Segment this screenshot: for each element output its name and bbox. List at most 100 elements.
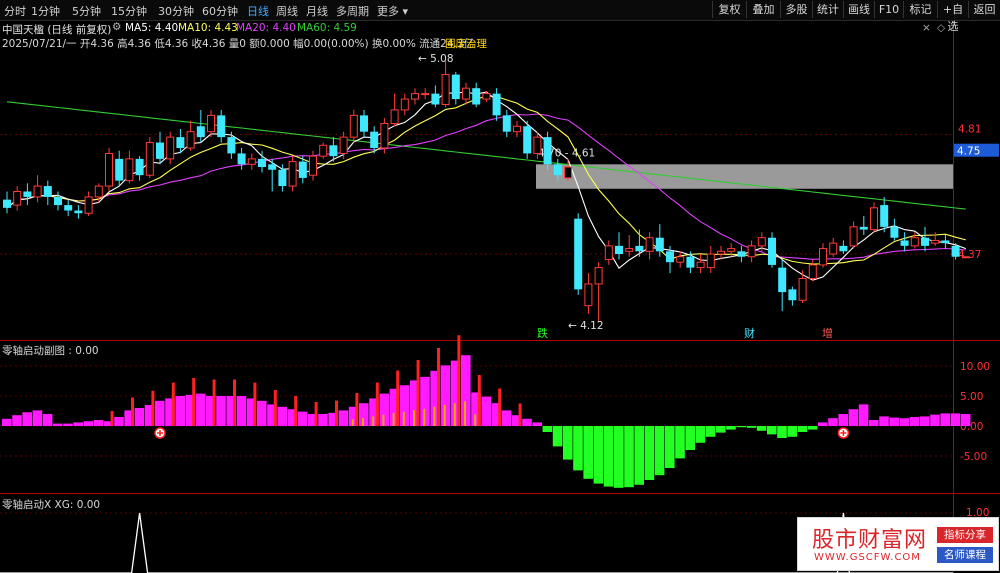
osc-bar-negative[interactable]	[624, 426, 634, 488]
candle-body-down[interactable]	[217, 115, 226, 138]
candle-body-down[interactable]	[268, 164, 277, 170]
osc-bar-negative[interactable]	[614, 426, 624, 488]
candle-body-down[interactable]	[43, 186, 52, 197]
toolbar-button-7[interactable]: +自选	[937, 1, 968, 33]
candle-body-down[interactable]	[615, 245, 623, 255]
osc-bar-negative[interactable]	[767, 426, 777, 435]
osc-bar-positive[interactable]	[155, 400, 165, 426]
osc-bar-positive[interactable]	[940, 413, 950, 426]
candle-body-up[interactable]	[288, 161, 297, 187]
toolbar-button-5[interactable]: F10	[874, 1, 903, 18]
candle-body-up[interactable]	[533, 136, 542, 154]
toolbar-button-2[interactable]: 多股	[780, 1, 812, 18]
candle-body-up[interactable]	[757, 237, 766, 247]
candle-body-up[interactable]	[94, 185, 103, 198]
osc-bar-positive[interactable]	[338, 410, 349, 426]
candle-body-down[interactable]	[502, 115, 511, 132]
osc-bar-positive[interactable]	[950, 413, 961, 426]
candle-body-down[interactable]	[788, 289, 797, 301]
osc-bar-negative[interactable]	[705, 426, 716, 437]
candle-body-down[interactable]	[237, 153, 246, 165]
candle-body-up[interactable]	[645, 237, 654, 252]
candle-body-up[interactable]	[747, 245, 756, 258]
osc-bar-positive[interactable]	[879, 416, 889, 426]
candle-body-up[interactable]	[166, 136, 175, 160]
settings-icon[interactable]: ⚙	[112, 21, 121, 33]
candle-body-up[interactable]	[145, 142, 154, 176]
candle-body-down[interactable]	[768, 237, 776, 265]
candle-body-up[interactable]	[339, 136, 348, 154]
osc-bar-positive[interactable]	[53, 423, 63, 426]
candle-body-up[interactable]	[105, 152, 113, 187]
osc-bar-positive[interactable]	[889, 417, 899, 426]
osc-bar-negative[interactable]	[542, 426, 553, 432]
osc-bar-positive[interactable]	[175, 396, 185, 426]
osc-bar-positive[interactable]	[236, 396, 247, 426]
osc-bar-positive[interactable]	[858, 404, 869, 426]
osc-bar-positive[interactable]	[960, 414, 971, 426]
candle-body-up[interactable]	[186, 131, 195, 149]
candle-body-up[interactable]	[676, 256, 685, 263]
candle-body-up[interactable]	[247, 158, 256, 165]
osc-bar-positive[interactable]	[22, 412, 32, 426]
period-tab-4[interactable]: 30分钟	[158, 3, 194, 19]
osc-bar-positive[interactable]	[134, 408, 145, 426]
candle-body-up[interactable]	[717, 250, 725, 255]
osc-bar-positive[interactable]	[920, 416, 930, 426]
candle-body-up[interactable]	[207, 114, 215, 133]
osc-bar-positive[interactable]	[195, 393, 206, 426]
candle-body-down[interactable]	[329, 145, 338, 157]
candlestick-series[interactable]	[3, 61, 970, 322]
osc-bar-negative[interactable]	[675, 426, 685, 459]
candle-body-up[interactable]	[564, 166, 572, 179]
candle-body-down[interactable]	[666, 251, 674, 263]
candle-body-up[interactable]	[421, 93, 430, 96]
candle-body-down[interactable]	[135, 158, 144, 176]
candle-body-up[interactable]	[411, 93, 419, 100]
osc-bar-positive[interactable]	[532, 422, 542, 426]
osc-bar-negative[interactable]	[736, 426, 746, 428]
candle-body-up[interactable]	[84, 196, 93, 214]
osc-bar-negative[interactable]	[787, 426, 797, 437]
osc-bar-positive[interactable]	[83, 421, 94, 426]
osc-bar-negative[interactable]	[665, 426, 675, 468]
candle-body-down[interactable]	[951, 245, 960, 257]
osc-bar-positive[interactable]	[869, 420, 879, 426]
candle-body-up[interactable]	[400, 98, 409, 111]
period-tab-6[interactable]: 日线	[247, 3, 269, 19]
osc-bar-positive[interactable]	[522, 418, 532, 426]
candle-body-up[interactable]	[390, 109, 399, 125]
osc-bar-positive[interactable]	[297, 411, 308, 426]
osc-bar-positive[interactable]	[828, 418, 838, 426]
candle-body-up[interactable]	[961, 256, 970, 259]
osc-bar-negative[interactable]	[695, 426, 706, 443]
toolbar-button-0[interactable]: 复权	[712, 1, 746, 18]
candle-body-down[interactable]	[635, 245, 644, 252]
candle-body-down[interactable]	[553, 164, 562, 176]
osc-bar-negative[interactable]	[603, 426, 614, 487]
toolbar-button-6[interactable]: 标记	[903, 1, 937, 18]
toolbar-button-1[interactable]: 叠加	[746, 1, 780, 18]
osc-bar-negative[interactable]	[797, 426, 808, 432]
candle-body-down[interactable]	[278, 169, 287, 187]
candle-body-down[interactable]	[64, 205, 73, 211]
osc-bar-positive[interactable]	[838, 414, 848, 426]
oscillator-title[interactable]: 零轴启动副图 : 0.00	[2, 343, 99, 358]
candle-body-up[interactable]	[594, 267, 603, 285]
period-tab-10[interactable]: 更多 ▾	[377, 3, 408, 19]
candle-body-down[interactable]	[451, 74, 460, 100]
candle-body-down[interactable]	[74, 210, 83, 214]
candle-body-up[interactable]	[870, 207, 878, 231]
candle-body-up[interactable]	[819, 248, 827, 266]
osc-bar-negative[interactable]	[716, 426, 726, 433]
candle-body-down[interactable]	[880, 205, 889, 227]
period-tab-5[interactable]: 60分钟	[202, 3, 238, 19]
osc-bar-negative[interactable]	[777, 426, 787, 438]
osc-bar-negative[interactable]	[552, 426, 563, 447]
candle-body-down[interactable]	[839, 245, 848, 252]
osc-bar-positive[interactable]	[318, 414, 328, 426]
candle-body-down[interactable]	[574, 218, 583, 290]
candle-body-up[interactable]	[604, 245, 613, 260]
osc-bar-negative[interactable]	[634, 426, 644, 485]
candle-body-up[interactable]	[849, 226, 858, 247]
